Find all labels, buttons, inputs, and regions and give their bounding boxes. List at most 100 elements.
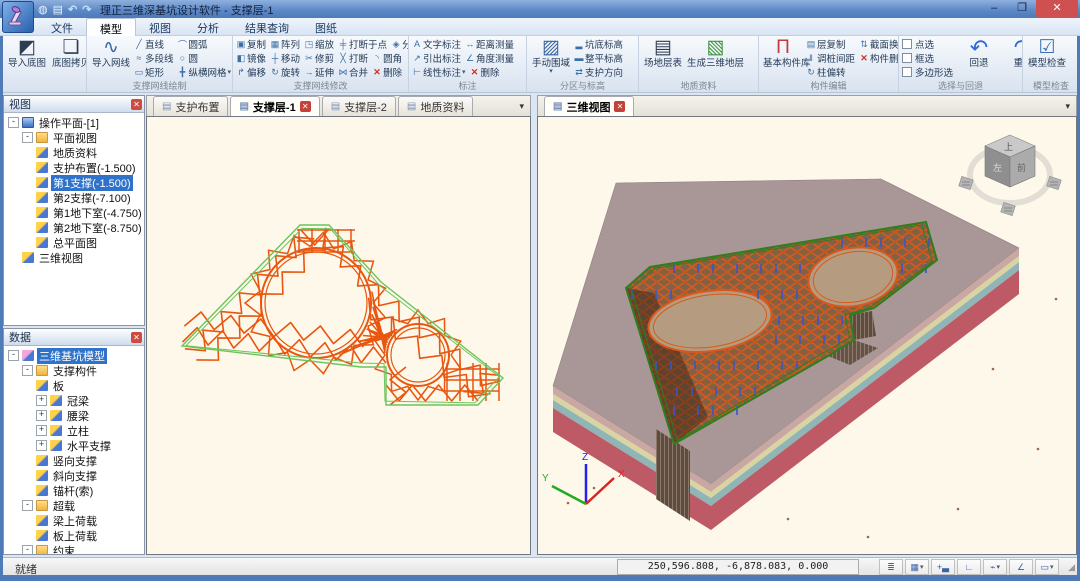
ribbon-button[interactable]: ‖调桩间距 bbox=[805, 51, 855, 65]
expander-icon[interactable]: - bbox=[22, 500, 33, 511]
ribbon-big-button[interactable]: ∿ 导入网线 bbox=[89, 37, 133, 69]
close-icon[interactable]: ✕ bbox=[614, 101, 625, 112]
tree-item[interactable]: + 冠梁 bbox=[6, 393, 144, 408]
ribbon-tab[interactable]: 文件 bbox=[38, 18, 86, 36]
status-tool-button[interactable]: ▦ ▾ bbox=[905, 559, 929, 575]
tree-item[interactable]: + 立柱 bbox=[6, 423, 144, 438]
checkbox-icon[interactable] bbox=[902, 39, 912, 49]
selection-mode-checkbox[interactable]: 多边形选 bbox=[901, 65, 953, 79]
view-tab[interactable]: ▤ 三维视图 ✕ bbox=[544, 96, 634, 116]
ribbon-big-button[interactable]: ▤ 场地层表 bbox=[641, 37, 685, 69]
tree-item[interactable]: 板上荷载 bbox=[6, 528, 144, 543]
ribbon-big-button[interactable]: ↷ 重做 bbox=[1001, 37, 1022, 69]
ribbon-button[interactable]: ╋ 纵横网格 ▾ bbox=[177, 65, 232, 79]
tree-item[interactable]: + 水平支撑 bbox=[6, 438, 144, 453]
ribbon-button[interactable]: ╳打断 bbox=[337, 51, 368, 65]
expander-icon[interactable]: + bbox=[36, 395, 47, 406]
tree-item[interactable]: + 腰梁 bbox=[6, 408, 144, 423]
maximize-button[interactable]: ❐ bbox=[1008, 0, 1036, 17]
ribbon-button[interactable]: ✂修剪 bbox=[303, 51, 334, 65]
status-tool-button[interactable]: ∠ bbox=[1009, 559, 1033, 575]
expander-icon[interactable]: + bbox=[36, 410, 47, 421]
close-icon[interactable]: ✕ bbox=[300, 101, 311, 112]
expander-icon[interactable]: - bbox=[22, 365, 33, 376]
expander-icon[interactable]: - bbox=[22, 132, 33, 143]
ribbon-button[interactable]: ↗引出标注 bbox=[411, 51, 461, 65]
ribbon-button[interactable]: ▂坑底标高 bbox=[573, 37, 623, 51]
tree-item[interactable]: 第2地下室(-8.750) bbox=[6, 220, 144, 235]
ribbon-button[interactable]: ⋈合并 bbox=[337, 65, 368, 79]
ribbon-button[interactable]: ✕删除 bbox=[371, 65, 402, 79]
expander-icon[interactable]: - bbox=[8, 117, 19, 128]
ribbon-button[interactable]: ◳缩放 bbox=[303, 37, 334, 51]
tree-item[interactable]: 第1地下室(-4.750) bbox=[6, 205, 144, 220]
ribbon-big-button[interactable]: ↶ 回退 bbox=[957, 37, 1001, 69]
tree-item[interactable]: 支护布置(-1.500) bbox=[6, 160, 144, 175]
ribbon-button[interactable]: →延伸 bbox=[303, 65, 334, 79]
ribbon-button[interactable]: ◝圆角 bbox=[371, 51, 402, 65]
checkbox-icon[interactable] bbox=[902, 67, 912, 77]
ribbon-button[interactable]: ↻柱偏转 bbox=[805, 65, 855, 79]
ribbon-button[interactable]: ▭ 矩形 bbox=[133, 65, 174, 79]
ribbon-big-button[interactable]: ◩ 导入底图 bbox=[5, 37, 49, 69]
status-tool-button[interactable]: ∟ bbox=[957, 559, 981, 575]
quick-access-button[interactable]: ◍ bbox=[38, 3, 48, 16]
ribbon-button[interactable]: ⇅截面换向 bbox=[858, 37, 898, 51]
ribbon-button[interactable]: ◈分解 bbox=[390, 37, 408, 51]
ribbon-button[interactable]: ≈ 多段线 bbox=[133, 51, 174, 65]
tree-item[interactable]: 竖向支撑 bbox=[6, 453, 144, 468]
ribbon-button[interactable]: ◧镜像 bbox=[235, 51, 266, 65]
ribbon-big-button[interactable]: ☑ 模型检查 bbox=[1025, 37, 1069, 69]
status-tool-button[interactable]: ▭ ▾ bbox=[1035, 559, 1059, 575]
tree-item[interactable]: - 约束 bbox=[6, 543, 144, 554]
ribbon-button[interactable]: ↻旋转 bbox=[269, 65, 300, 79]
expander-icon[interactable]: + bbox=[36, 425, 47, 436]
ribbon-big-button[interactable]: ▧ 生成三维地层 bbox=[685, 37, 746, 69]
ribbon-button[interactable]: ▦阵列 bbox=[269, 37, 300, 51]
view-tab[interactable]: ▤ 支撑层-1 ✕ bbox=[230, 96, 319, 116]
app-logo-icon[interactable] bbox=[2, 1, 34, 33]
tree-item[interactable]: - 三维基坑模型 bbox=[6, 348, 144, 363]
ribbon-big-button[interactable]: ❏ 底图拷贝 bbox=[49, 37, 86, 69]
status-tool-button[interactable]: ⌁ ▾ bbox=[983, 559, 1007, 575]
ribbon-tab[interactable]: 结果查询 bbox=[232, 18, 302, 36]
status-tool-button[interactable]: +▃ bbox=[931, 559, 955, 575]
ribbon-tab[interactable]: 视图 bbox=[136, 18, 184, 36]
ribbon-big-button[interactable]: Π 基本构件库 bbox=[761, 37, 805, 69]
ribbon-big-button[interactable]: ▨ 手动围域 ▾ bbox=[529, 37, 573, 75]
tree-item[interactable]: 第2支撑(-7.100) bbox=[6, 190, 144, 205]
tree-item[interactable]: 斜向支撑 bbox=[6, 468, 144, 483]
ribbon-button[interactable]: ⌒ 圆弧 bbox=[177, 37, 232, 51]
status-tool-button[interactable]: ≣ bbox=[879, 559, 903, 575]
quick-access-button[interactable]: ↶ bbox=[68, 3, 77, 16]
tree-item[interactable]: 锚杆(索) bbox=[6, 483, 144, 498]
ribbon-button[interactable]: ⇄支护方向 bbox=[573, 65, 623, 79]
ribbon-tab[interactable]: 模型 bbox=[86, 18, 136, 37]
ribbon-button[interactable]: ╪打断于点 bbox=[337, 37, 387, 51]
tree-item[interactable]: 板 bbox=[6, 378, 144, 393]
ribbon-button[interactable]: ✕删除 bbox=[469, 65, 500, 79]
ribbon-button[interactable]: ╱ 直线 bbox=[133, 37, 174, 51]
expander-icon[interactable]: - bbox=[8, 350, 19, 361]
ribbon-button[interactable]: ↱偏移 bbox=[235, 65, 266, 79]
ribbon-button[interactable]: ○ 圆 bbox=[177, 51, 232, 65]
ribbon-button[interactable]: ▤层复制 bbox=[805, 37, 855, 51]
ribbon-button[interactable]: ✕构件删除 bbox=[858, 51, 898, 65]
resize-grip-icon[interactable]: ◢ bbox=[1068, 562, 1075, 573]
ribbon-tab[interactable]: 图纸 bbox=[302, 18, 350, 36]
tree-item[interactable]: - 平面视图 bbox=[6, 130, 144, 145]
selection-mode-checkbox[interactable]: 框选 bbox=[901, 51, 953, 65]
view-tab[interactable]: ▤ 地质资料 bbox=[398, 96, 473, 116]
view-tab[interactable]: ▤ 支护布置 bbox=[153, 96, 228, 116]
tree-item[interactable]: - 操作平面-[1] bbox=[6, 115, 144, 130]
close-icon[interactable]: ✕ bbox=[131, 332, 142, 343]
ribbon-button[interactable]: ┼移动 bbox=[269, 51, 300, 65]
tree-item[interactable]: 梁上荷载 bbox=[6, 513, 144, 528]
ribbon-tab[interactable]: 分析 bbox=[184, 18, 232, 36]
tree-item[interactable]: 总平面图 bbox=[6, 235, 144, 250]
selection-mode-checkbox[interactable]: 点选 bbox=[901, 37, 953, 51]
checkbox-icon[interactable] bbox=[902, 53, 912, 63]
ribbon-button[interactable]: ∠角度测量 bbox=[464, 51, 514, 65]
tree-item[interactable]: - 超载 bbox=[6, 498, 144, 513]
close-icon[interactable]: ✕ bbox=[131, 99, 142, 110]
